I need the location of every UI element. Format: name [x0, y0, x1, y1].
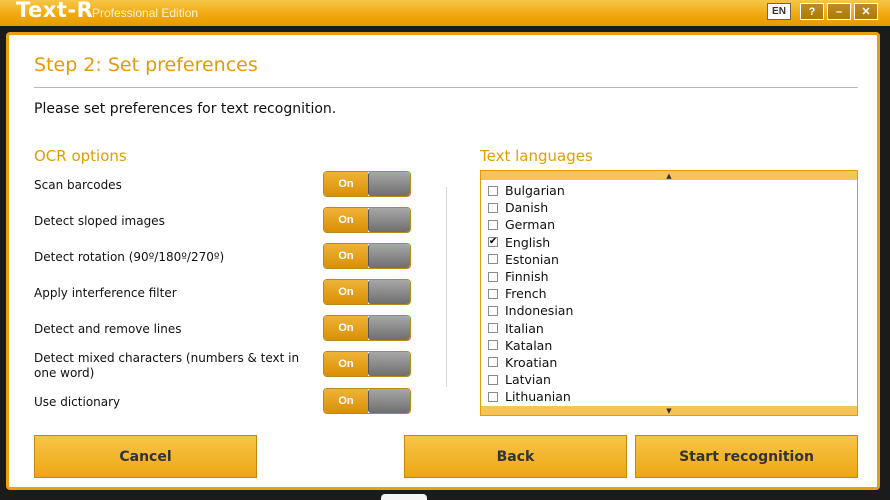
column-divider [446, 187, 447, 387]
language-label: Bulgarian [505, 183, 565, 199]
toggle-on-label: On [324, 244, 368, 268]
language-label: French [505, 286, 547, 302]
option-label-use-dictionary: Use dictionary [34, 395, 121, 409]
language-label: Lithuanian [505, 389, 571, 405]
option-label-detect-sloped-images: Detect sloped images [34, 214, 165, 228]
toggle-remove-lines[interactable]: On [323, 315, 411, 341]
language-item-indonesian[interactable]: Indonesian [481, 302, 857, 319]
toggle-scan-barcodes[interactable]: On [323, 171, 411, 197]
checkbox-icon[interactable] [488, 254, 498, 265]
checkbox-icon[interactable] [488, 357, 498, 368]
toggle-on-label: On [324, 352, 368, 376]
bottom-handle [381, 494, 427, 500]
toggle-on-label: On [324, 389, 368, 413]
scroll-down-arrow-icon[interactable]: ▼ [481, 406, 857, 415]
checkbox-icon[interactable] [488, 391, 498, 402]
toggle-detect-sloped-images[interactable]: On [323, 207, 411, 233]
page-title: Step 2: Set preferences [34, 54, 258, 76]
toggle-on-label: On [324, 280, 368, 304]
main-panel: Step 2: Set preferences Please set prefe… [6, 32, 880, 490]
checkbox-icon[interactable] [488, 340, 498, 351]
back-button[interactable]: Back [404, 435, 627, 478]
language-item-kroatian[interactable]: Kroatian [481, 354, 857, 371]
help-button[interactable]: ? [800, 3, 824, 20]
toggle-on-label: On [324, 208, 368, 232]
language-badge[interactable]: EN [767, 3, 791, 20]
language-item-english[interactable]: ✔ English [481, 234, 857, 251]
language-label: Finnish [505, 269, 549, 285]
language-item-katalan[interactable]: Katalan [481, 337, 857, 354]
language-label: Latvian [505, 372, 551, 388]
language-item-french[interactable]: French [481, 285, 857, 302]
toggle-use-dictionary[interactable]: On [323, 388, 411, 414]
checkbox-icon[interactable] [488, 219, 498, 230]
checkbox-icon[interactable] [488, 374, 498, 385]
option-label-scan-barcodes: Scan barcodes [34, 178, 122, 192]
app-logo: Text-R [16, 0, 94, 22]
toggle-knob [368, 389, 410, 413]
checkbox-checked-icon[interactable]: ✔ [488, 237, 498, 248]
language-label: Katalan [505, 337, 553, 353]
app-edition: Professional Edition [92, 6, 199, 20]
option-label-remove-lines: Detect and remove lines [34, 322, 182, 336]
title-divider [34, 87, 858, 88]
language-item-latvian[interactable]: Latvian [481, 371, 857, 388]
toggle-on-label: On [324, 172, 368, 196]
language-item-estonian[interactable]: Estonian [481, 251, 857, 268]
toggle-mixed-characters[interactable]: On [323, 351, 411, 377]
ocr-options-heading: OCR options [34, 147, 127, 165]
toggle-knob [368, 280, 410, 304]
checkbox-icon[interactable] [488, 185, 498, 196]
close-button[interactable]: ✕ [854, 3, 878, 20]
toggle-detect-rotation[interactable]: On [323, 243, 411, 269]
language-label: Indonesian [505, 303, 574, 319]
language-item-finnish[interactable]: Finnish [481, 268, 857, 285]
checkbox-icon[interactable] [488, 305, 498, 316]
minimize-button[interactable]: – [827, 3, 851, 20]
language-label: English [505, 234, 551, 250]
language-label: German [505, 217, 556, 233]
language-item-german[interactable]: German [481, 216, 857, 233]
cancel-button[interactable]: Cancel [34, 435, 257, 478]
language-item-italian[interactable]: Italian [481, 320, 857, 337]
language-item-lithuanian[interactable]: Lithuanian [481, 388, 857, 405]
window-controls: EN ? – ✕ [767, 3, 878, 20]
text-languages-heading: Text languages [480, 147, 593, 165]
toggle-knob [368, 352, 410, 376]
toggle-knob [368, 316, 410, 340]
language-item-bulgarian[interactable]: Bulgarian [481, 182, 857, 199]
language-item-danish[interactable]: Danish [481, 199, 857, 216]
option-label-detect-rotation: Detect rotation (90º/180º/270º) [34, 250, 225, 264]
checkbox-icon[interactable] [488, 288, 498, 299]
start-recognition-button[interactable]: Start recognition [635, 435, 858, 478]
title-bar[interactable]: Text-R Professional Edition EN ? – ✕ [0, 0, 890, 26]
toggle-on-label: On [324, 316, 368, 340]
language-label: Estonian [505, 251, 559, 267]
option-label-mixed-characters: Detect mixed characters (numbers & text … [34, 351, 300, 380]
checkbox-icon[interactable] [488, 202, 498, 213]
instructions-text: Please set preferences for text recognit… [34, 101, 337, 117]
toggle-knob [368, 172, 410, 196]
toggle-knob [368, 208, 410, 232]
scroll-up-arrow-icon[interactable]: ▲ [481, 171, 857, 180]
language-list[interactable]: ▲ Bulgarian Danish German ✔ English Eston… [480, 170, 858, 416]
toggle-knob [368, 244, 410, 268]
checkbox-icon[interactable] [488, 271, 498, 282]
toggle-interference-filter[interactable]: On [323, 279, 411, 305]
language-items: Bulgarian Danish German ✔ English Estonia… [481, 182, 857, 405]
option-label-interference-filter: Apply interference filter [34, 286, 177, 300]
language-label: Italian [505, 320, 544, 336]
language-label: Danish [505, 200, 549, 216]
checkbox-icon[interactable] [488, 323, 498, 334]
language-label: Kroatian [505, 354, 558, 370]
